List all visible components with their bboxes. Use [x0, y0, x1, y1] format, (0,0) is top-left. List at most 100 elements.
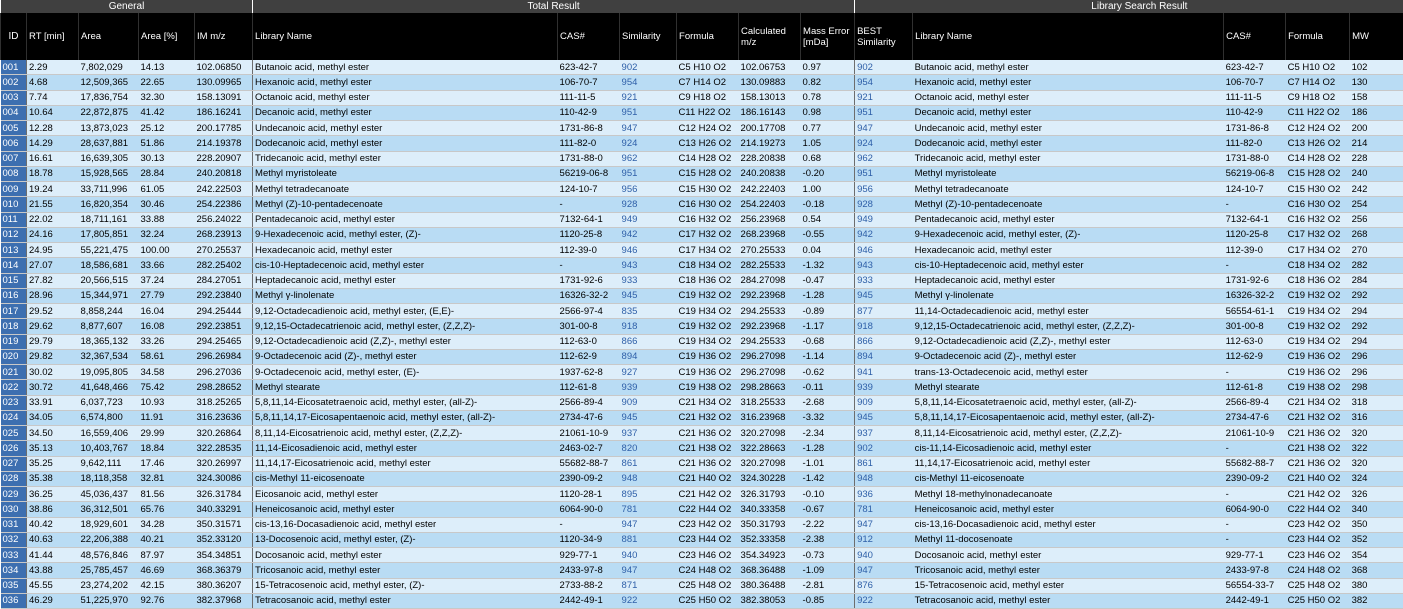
table-row[interactable]: 00512.2813,873,02325.12200.17785Undecano… [1, 121, 1403, 136]
table-row[interactable]: 00919.2433,711,99661.05242.22503Methyl t… [1, 182, 1403, 197]
table-row[interactable]: 03341.4448,576,84687.97354.34851Docosano… [1, 548, 1403, 563]
cell-similarity: 951 [620, 105, 677, 120]
table-row[interactable]: 02635.1310,403,76718.84322.2853511,14-Ei… [1, 441, 1403, 456]
cell-cas-2: 55682-88-7 [1224, 456, 1286, 471]
table-row[interactable]: 00716.6116,639,30530.13228.20907Tridecan… [1, 151, 1403, 166]
cell-similarity: 918 [620, 319, 677, 334]
table-row[interactable]: 02534.5016,559,40629.99320.268648,11,14-… [1, 426, 1403, 441]
cell-library-name-2: Dodecanoic acid, methyl ester [913, 136, 1224, 151]
table-row[interactable]: 01929.7918,365,13233.26294.254659,12-Oct… [1, 334, 1403, 349]
table-row[interactable]: 01628.9615,344,97127.79292.23840Methyl γ… [1, 288, 1403, 303]
cell-best-similarity: 918 [855, 319, 913, 334]
cell-rt: 30.02 [27, 365, 79, 380]
cell-calculated-mz: 242.22403 [739, 182, 801, 197]
cell-formula: C5 H10 O2 [677, 60, 739, 75]
col-area[interactable]: Area [79, 13, 139, 60]
cell-library-name: 9-Octadecenoic acid, methyl ester, (E)- [253, 365, 558, 380]
table-row[interactable]: 01729.528,858,24416.04294.254449,12-Octa… [1, 304, 1403, 319]
table-row[interactable]: 02434.056,574,80011.91316.236365,8,11,14… [1, 410, 1403, 425]
table-row[interactable]: 01224.1617,805,85132.24268.239139-Hexade… [1, 227, 1403, 242]
cell-formula: C19 H34 O2 [677, 304, 739, 319]
col-mass-error[interactable]: Mass Error [mDa] [801, 13, 855, 60]
cell-rt: 19.24 [27, 182, 79, 197]
cell-cas: 2566-89-4 [558, 395, 620, 410]
cell-similarity: 927 [620, 365, 677, 380]
table-row[interactable]: 00614.2928,637,88151.86214.19378Dodecano… [1, 136, 1403, 151]
table-row[interactable]: 02230.7241,648,46675.42298.28652Methyl s… [1, 380, 1403, 395]
col-formula-2[interactable]: Formula [1286, 13, 1350, 60]
cell-rt: 34.05 [27, 410, 79, 425]
cell-mw: 292 [1350, 288, 1403, 303]
table-row[interactable]: 03545.5523,274,20242.15380.3620715-Tetra… [1, 578, 1403, 593]
col-library-name-2[interactable]: Library Name [913, 13, 1224, 60]
cell-library-name: Docosanoic acid, methyl ester [253, 548, 558, 563]
table-row[interactable]: 0024.6812,509,36522.65130.09965Hexanoic … [1, 75, 1403, 90]
col-id[interactable]: ID [1, 13, 27, 60]
table-row[interactable]: 01829.628,877,60716.08292.238519,12,15-O… [1, 319, 1403, 334]
table-row[interactable]: 02029.8232,367,53458.61296.269849-Octade… [1, 349, 1403, 364]
cell-area-pct: 61.05 [139, 182, 195, 197]
cell-mw: 298 [1350, 380, 1403, 395]
cell-similarity: 866 [620, 334, 677, 349]
table-row[interactable]: 01324.9555,221,475100.00270.25537Hexadec… [1, 243, 1403, 258]
col-calculated-mz[interactable]: Calculated m/z [739, 13, 801, 60]
cell-library-name: Decanoic acid, methyl ester [253, 105, 558, 120]
cell-formula-2: C21 H34 O2 [1286, 395, 1350, 410]
table-row[interactable]: 02835.3818,118,35832.81324.30086cis-Meth… [1, 471, 1403, 486]
cell-library-name: 9-Octadecenoic acid (Z)-, methyl ester [253, 349, 558, 364]
cell-mw: 296 [1350, 365, 1403, 380]
col-cas-2[interactable]: CAS# [1224, 13, 1286, 60]
table-row[interactable]: 01021.5516,820,35430.46254.22386Methyl (… [1, 197, 1403, 212]
table-row[interactable]: 00818.7815,928,56528.84240.20818Methyl m… [1, 166, 1403, 181]
cell-mass-error: -0.47 [801, 273, 855, 288]
cell-formula-2: C18 H34 O2 [1286, 258, 1350, 273]
col-library-name[interactable]: Library Name [253, 13, 558, 60]
table-row[interactable]: 03140.4218,929,60134.28350.31571cis-13,1… [1, 517, 1403, 532]
cell-cas-2: 929-77-1 [1224, 548, 1286, 563]
col-area-pct[interactable]: Area [%] [139, 13, 195, 60]
col-similarity[interactable]: Similarity [620, 13, 677, 60]
cell-area: 51,225,970 [79, 593, 139, 608]
table-row[interactable]: 03038.8636,312,50165.76340.33291Heneicos… [1, 502, 1403, 517]
cell-library-name: 13-Docosenoic acid, methyl ester, (Z)- [253, 532, 558, 547]
table-row[interactable]: 02130.0219,095,80534.58296.270369-Octade… [1, 365, 1403, 380]
cell-im: 268.23913 [195, 227, 253, 242]
table-row[interactable]: 01427.0718,586,68133.66282.25402cis-10-H… [1, 258, 1403, 273]
cell-cas: 1120-28-1 [558, 487, 620, 502]
cell-area: 18,711,161 [79, 212, 139, 227]
cell-cas: 2734-47-6 [558, 410, 620, 425]
cell-area: 18,118,358 [79, 471, 139, 486]
col-im[interactable]: IM m/z [195, 13, 253, 60]
cell-id: 036 [1, 593, 27, 608]
col-cas[interactable]: CAS# [558, 13, 620, 60]
table-row[interactable]: 02936.2545,036,43781.56326.31784Eicosano… [1, 487, 1403, 502]
table-row[interactable]: 0012.297,802,02914.13102.06850Butanoic a… [1, 60, 1403, 75]
col-formula[interactable]: Formula [677, 13, 739, 60]
cell-cas: 2463-02-7 [558, 441, 620, 456]
cell-cas: 111-82-0 [558, 136, 620, 151]
cell-best-similarity: 947 [855, 517, 913, 532]
cell-similarity: 962 [620, 151, 677, 166]
col-mw[interactable]: MW [1350, 13, 1403, 60]
cell-library-name-2: cis-11,14-Eicosadienoic acid, methyl est… [913, 441, 1224, 456]
table-row[interactable]: 01122.0218,711,16133.88256.24022Pentadec… [1, 212, 1403, 227]
table-row[interactable]: 02735.259,642,11117.46320.2699711,14,17-… [1, 456, 1403, 471]
cell-library-name: 11,14-Eicosadienoic acid, methyl ester [253, 441, 558, 456]
table-row[interactable]: 00410.6422,872,87541.42186.16241Decanoic… [1, 105, 1403, 120]
cell-formula-2: C25 H48 O2 [1286, 578, 1350, 593]
table-row[interactable]: 03240.6322,206,38840.21352.3312013-Docos… [1, 532, 1403, 547]
table-row[interactable]: 01527.8220,566,51537.24284.27051Heptadec… [1, 273, 1403, 288]
cell-area-pct: 14.13 [139, 60, 195, 75]
cell-id: 007 [1, 151, 27, 166]
cell-formula: C12 H24 O2 [677, 121, 739, 136]
cell-formula-2: C17 H34 O2 [1286, 243, 1350, 258]
table-row[interactable]: 03646.2951,225,97092.76382.37968Tetracos… [1, 593, 1403, 608]
table-row[interactable]: 0037.7417,836,75432.30158.13091Octanoic … [1, 90, 1403, 105]
cell-cas-2: 112-39-0 [1224, 243, 1286, 258]
col-rt[interactable]: RT [min] [27, 13, 79, 60]
cell-mass-error: 0.68 [801, 151, 855, 166]
cell-rt: 22.02 [27, 212, 79, 227]
table-row[interactable]: 02333.916,037,72310.93318.252655,8,11,14… [1, 395, 1403, 410]
col-best-similarity[interactable]: BEST Similarity [855, 13, 913, 60]
cell-formula: C21 H40 O2 [677, 471, 739, 486]
